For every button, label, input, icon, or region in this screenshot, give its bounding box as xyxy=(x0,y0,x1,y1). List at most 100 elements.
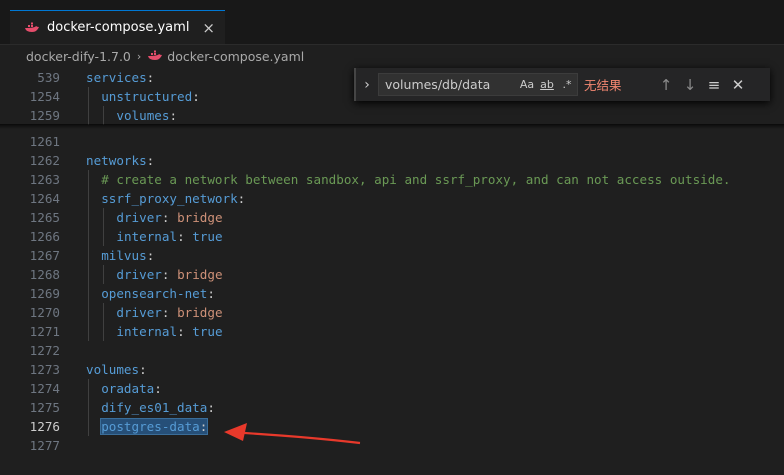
line-number: 539 xyxy=(37,70,60,85)
yaml-colon: : xyxy=(177,324,193,339)
line-number: 1264 xyxy=(29,191,60,206)
yaml-colon: : xyxy=(146,70,155,85)
yaml-key: oradata xyxy=(101,381,155,396)
next-match-icon[interactable]: ↓ xyxy=(678,76,702,94)
line-number: 1269 xyxy=(29,286,60,301)
code-line[interactable]: 1266 internal: true xyxy=(0,227,784,246)
sticky-scroll-shadow xyxy=(0,124,784,129)
code-text: internal: true xyxy=(116,227,222,246)
line-number: 1268 xyxy=(29,267,60,282)
code-line[interactable]: 1272 xyxy=(0,341,784,360)
code-text: driver: bridge xyxy=(116,303,222,322)
code-line[interactable]: 1276 postgres-data: xyxy=(0,417,784,436)
yaml-value: bridge xyxy=(177,267,223,282)
line-number: 1276 xyxy=(29,419,60,434)
yaml-value: true xyxy=(192,324,223,339)
code-line[interactable]: 1264 ssrf_proxy_network: xyxy=(0,189,784,208)
line-number: 1266 xyxy=(29,229,60,244)
tab-docker-compose[interactable]: docker-compose.yaml × xyxy=(10,10,225,44)
find-result-count: 无结果 xyxy=(584,78,622,93)
code-text: dify_es01_data: xyxy=(101,398,215,417)
whole-word-icon[interactable]: ab xyxy=(537,78,557,91)
find-input[interactable]: volumes/db/data Aa ab .* xyxy=(378,73,578,96)
yaml-colon: : xyxy=(146,153,155,168)
code-line[interactable]: 1261 xyxy=(0,132,784,151)
line-number: 1272 xyxy=(29,343,60,358)
yaml-colon: : xyxy=(207,400,215,415)
docker-file-icon xyxy=(148,50,163,60)
title-strip xyxy=(0,0,784,10)
close-find-icon[interactable]: ✕ xyxy=(726,76,750,94)
code-text: driver: bridge xyxy=(116,208,222,227)
breadcrumb-folder[interactable]: docker-dify-1.7.0 xyxy=(26,49,131,64)
indent-guide xyxy=(103,208,104,246)
match-case-icon[interactable]: Aa xyxy=(517,78,537,91)
code-line[interactable]: 1277 xyxy=(0,436,784,455)
code-text: ssrf_proxy_network: xyxy=(101,189,245,208)
line-number: 1270 xyxy=(29,305,60,320)
tab-close-icon[interactable]: × xyxy=(202,19,215,37)
line-number: 1262 xyxy=(29,153,60,168)
yaml-key: driver xyxy=(116,210,162,225)
code-text: volumes: xyxy=(86,360,147,379)
code-text: # create a network between sandbox, api … xyxy=(101,170,730,189)
tab-bar: docker-compose.yaml × xyxy=(0,10,784,45)
yaml-value: bridge xyxy=(177,305,223,320)
line-number: 1267 xyxy=(29,248,60,263)
yaml-colon: : xyxy=(161,267,178,282)
code-editor[interactable]: 539 services: 1254 unstructured: 1259 volumes… xyxy=(0,68,784,475)
line-number: 1254 xyxy=(29,89,60,104)
code-text: milvus: xyxy=(101,246,154,265)
code-line[interactable]: 1268 driver: bridge xyxy=(0,265,784,284)
line-number: 1275 xyxy=(29,400,60,415)
code-line[interactable]: 1262 networks: xyxy=(0,151,784,170)
yaml-colon: : xyxy=(207,286,215,301)
code-text: driver: bridge xyxy=(116,265,222,284)
breadcrumb-file[interactable]: docker-compose.yaml xyxy=(167,49,304,64)
find-input-text: volumes/db/data xyxy=(385,77,491,92)
yaml-colon: : xyxy=(192,89,200,104)
yaml-key: driver xyxy=(116,305,162,320)
indent-guide xyxy=(88,379,89,436)
yaml-key: networks xyxy=(86,153,147,168)
code-line[interactable]: 1267 milvus: xyxy=(0,246,784,265)
code-line[interactable]: 1273 volumes: xyxy=(0,360,784,379)
yaml-key: opensearch-net xyxy=(101,286,208,301)
breadcrumb-chevron-icon: › xyxy=(136,49,142,63)
code-comment: # create a network between sandbox, api … xyxy=(101,172,731,187)
line-number: 1263 xyxy=(29,172,60,187)
code-text: internal: true xyxy=(116,322,222,341)
line-number: 1271 xyxy=(29,324,60,339)
indent-guide xyxy=(88,87,89,125)
code-line[interactable]: 1265 driver: bridge xyxy=(0,208,784,227)
line-number: 1277 xyxy=(29,438,60,453)
code-text: oradata: xyxy=(101,379,162,398)
code-line[interactable]: 1275 dify_es01_data: xyxy=(0,398,784,417)
indent-guide xyxy=(103,265,104,284)
yaml-value: bridge xyxy=(177,210,223,225)
yaml-key: ssrf_proxy_network xyxy=(101,191,238,206)
line-number: 1261 xyxy=(29,134,60,149)
code-line[interactable]: 1271 internal: true xyxy=(0,322,784,341)
toggle-replace-icon[interactable]: › xyxy=(356,77,378,93)
breadcrumb: docker-dify-1.7.0 › docker-compose.yaml xyxy=(0,44,784,68)
indent-guide xyxy=(103,106,104,125)
code-line[interactable]: 1274 oradata: xyxy=(0,379,784,398)
regex-icon[interactable]: .* xyxy=(557,78,577,91)
code-text: networks: xyxy=(86,151,154,170)
code-text: services: xyxy=(86,68,154,87)
yaml-colon: : xyxy=(161,305,178,320)
code-line[interactable]: 1270 driver: bridge xyxy=(0,303,784,322)
yaml-key: driver xyxy=(116,267,162,282)
yaml-colon: : xyxy=(237,191,246,206)
code-line[interactable]: 1269 opensearch-net: xyxy=(0,284,784,303)
yaml-key: postgres-data xyxy=(101,419,200,434)
code-text: postgres-data: xyxy=(100,417,209,436)
code-text: unstructured: xyxy=(101,87,200,106)
yaml-colon: : xyxy=(154,381,162,396)
previous-match-icon[interactable]: ↑ xyxy=(654,76,678,94)
code-line[interactable]: 1263 # create a network between sandbox, … xyxy=(0,170,784,189)
yaml-key: milvus xyxy=(101,248,147,263)
yaml-key: dify_es01_data xyxy=(101,400,208,415)
find-in-selection-icon[interactable]: ≡ xyxy=(702,76,726,94)
